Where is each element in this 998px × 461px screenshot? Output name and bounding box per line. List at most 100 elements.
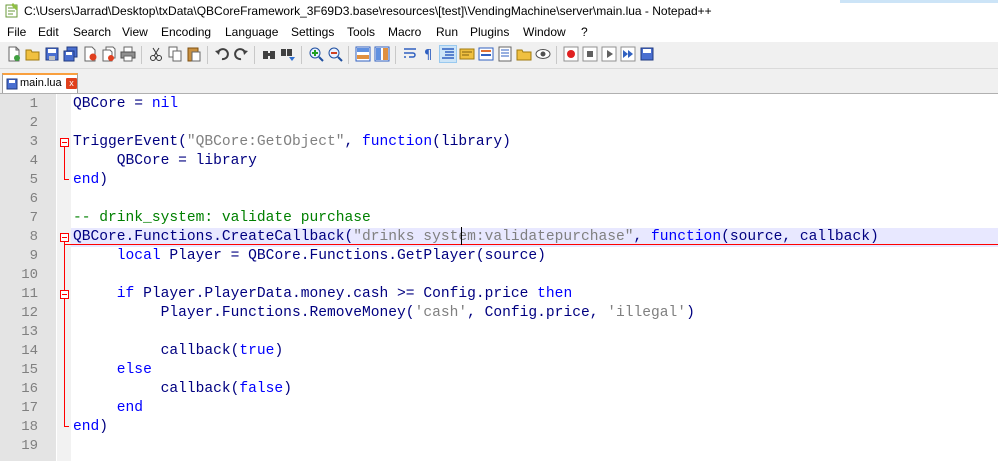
close-icon[interactable]	[82, 46, 98, 62]
close-all-icon[interactable]	[101, 46, 117, 62]
code-token: Player.Functions.RemoveMoney(	[73, 305, 415, 321]
function-list-icon[interactable]	[497, 46, 513, 62]
tab-main-lua[interactable]: main.lua x	[2, 73, 78, 93]
code-token: )	[686, 305, 695, 321]
line-number: 14	[21, 343, 38, 359]
language-icon[interactable]	[459, 46, 475, 62]
line-number: 19	[21, 438, 38, 454]
code-token: end	[116, 400, 144, 416]
open-file-icon[interactable]	[25, 46, 41, 62]
tab-bar: main.lua x	[0, 69, 998, 94]
new-file-icon[interactable]	[6, 46, 22, 62]
toolbar: ¶	[0, 42, 998, 69]
toolbar-separator	[301, 46, 302, 64]
code-token: callback(	[73, 381, 240, 397]
play-macro-icon[interactable]	[601, 46, 617, 62]
toolbar-separator	[395, 46, 396, 64]
line-number: 2	[29, 115, 38, 131]
code-line[interactable]: local Player = QBCore.Functions.GetPlaye…	[73, 247, 546, 266]
menu-file[interactable]: File	[7, 25, 26, 39]
line-number: 11	[21, 286, 38, 302]
save-all-icon[interactable]	[63, 46, 79, 62]
title-accent	[840, 0, 998, 3]
menu-run[interactable]: Run	[436, 25, 458, 39]
window-title: C:\Users\Jarrad\Desktop\txData\QBCoreFra…	[24, 4, 712, 18]
toolbar-separator	[254, 46, 255, 64]
code-line[interactable]: callback(false)	[73, 380, 292, 399]
code-editor[interactable]: 1 2 3 4 5 6 7 8 9 10 11 12 13 14 15 16 17 18 19 QBCore = ni…	[0, 94, 998, 461]
code-line[interactable]: -- drink_system: validate purchase	[73, 209, 371, 228]
line-number: 9	[29, 248, 38, 264]
indent-guide-icon[interactable]	[439, 45, 457, 63]
code-token: , Config.price,	[467, 305, 608, 321]
code-token: 'cash'	[414, 305, 468, 321]
code-line[interactable]: Player.Functions.RemoveMoney('cash', Con…	[73, 304, 695, 323]
redo-icon[interactable]	[233, 46, 249, 62]
record-macro-icon[interactable]	[563, 46, 579, 62]
code-line[interactable]: QBCore = library	[73, 152, 257, 171]
print-icon[interactable]	[120, 46, 136, 62]
menu-search[interactable]: Search	[73, 25, 111, 39]
replace-icon[interactable]	[280, 46, 296, 62]
code-token: then	[537, 286, 573, 302]
line-number: 3	[29, 134, 38, 150]
code-token: =	[125, 96, 152, 112]
cut-icon[interactable]	[148, 46, 164, 62]
undo-icon[interactable]	[214, 46, 230, 62]
code-token: function	[362, 134, 433, 150]
code-token: )	[99, 419, 109, 435]
fold-toggle-line-8[interactable]	[60, 233, 69, 242]
code-line[interactable]: end)	[73, 171, 108, 190]
folder-workspace-icon[interactable]	[516, 46, 532, 62]
menu-view[interactable]: View	[122, 25, 148, 39]
find-icon[interactable]	[261, 46, 277, 62]
doc-map-icon[interactable]	[478, 46, 494, 62]
show-all-chars-icon[interactable]: ¶	[421, 46, 437, 62]
menu-window[interactable]: Window	[523, 25, 566, 39]
tab-close-icon[interactable]: x	[66, 78, 77, 89]
menu-tools[interactable]: Tools	[347, 25, 375, 39]
line-number: 5	[29, 172, 38, 188]
sync-horizontal-icon[interactable]	[374, 46, 390, 62]
code-token: QBCore	[73, 96, 126, 112]
line-number: 4	[29, 153, 38, 169]
zoom-in-icon[interactable]	[308, 46, 324, 62]
line-number: 15	[21, 362, 38, 378]
line-number: 1	[29, 96, 38, 112]
run-macro-multiple-icon[interactable]	[620, 46, 636, 62]
save-icon[interactable]	[44, 46, 60, 62]
save-macro-icon[interactable]	[639, 46, 655, 62]
code-line[interactable]: TriggerEvent("QBCore:GetObject", functio…	[73, 133, 511, 152]
stop-record-icon[interactable]	[582, 46, 598, 62]
code-line[interactable]: if Player.PlayerData.money.cash >= Confi…	[73, 285, 572, 304]
code-line[interactable]: end)	[73, 418, 108, 437]
code-token: QBCore.Functions.CreateCallback(	[73, 229, 354, 245]
fold-toggle-line-11[interactable]	[60, 290, 69, 299]
menu-help[interactable]: ?	[581, 25, 588, 39]
code-line[interactable]: end	[73, 399, 143, 418]
line-number: 12	[21, 305, 38, 321]
paste-icon[interactable]	[186, 46, 202, 62]
menu-edit[interactable]: Edit	[38, 25, 59, 39]
copy-icon[interactable]	[167, 46, 183, 62]
code-token: "QBCore:GetObject"	[186, 134, 345, 150]
code-line[interactable]: callback(true)	[73, 342, 284, 361]
toolbar-separator	[207, 46, 208, 64]
tab-label: main.lua	[20, 77, 62, 89]
fold-toggle-line-3[interactable]	[60, 138, 69, 147]
code-line[interactable]: QBCore = nil	[73, 95, 178, 114]
code-token: ,	[633, 229, 652, 245]
menu-encoding[interactable]: Encoding	[161, 25, 211, 39]
zoom-out-icon[interactable]	[327, 46, 343, 62]
menu-settings[interactable]: Settings	[291, 25, 334, 39]
monitor-icon[interactable]	[535, 46, 551, 62]
menu-language[interactable]: Language	[225, 25, 278, 39]
word-wrap-icon[interactable]	[402, 46, 418, 62]
sync-vertical-icon[interactable]	[355, 46, 371, 62]
code-line[interactable]: else	[73, 361, 152, 380]
menu-macro[interactable]: Macro	[388, 25, 421, 39]
line-number: 13	[21, 324, 38, 340]
code-token: end	[73, 172, 100, 188]
menu-plugins[interactable]: Plugins	[470, 25, 509, 39]
